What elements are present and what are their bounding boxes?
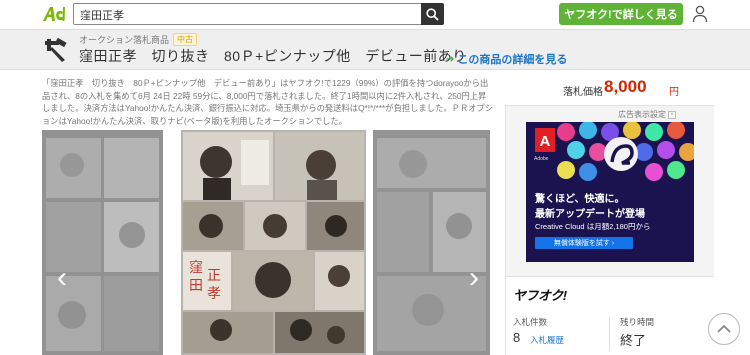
condition-badge: 中古: [173, 33, 198, 46]
carousel-image-prev[interactable]: [42, 130, 163, 355]
price-value: 8,000: [604, 77, 647, 96]
winning-price-box: 落札価格 8,000 円: [505, 70, 714, 106]
search-button[interactable]: [421, 3, 444, 25]
item-title: 窪田正孝 切り抜き 80Ｐ+ピンナップ他 デビュー前あり: [79, 48, 467, 64]
svg-text:孝: 孝: [207, 286, 221, 302]
ad-headline: 驚くほど、快適に。: [535, 194, 625, 205]
search-input[interactable]: 窪田正孝: [73, 3, 423, 25]
item-title-bar: オークション落札商品 中古 窪田正孝 切り抜き 80Ｐ+ピンナップ他 デビュー前…: [0, 29, 750, 70]
search-input-value: 窪田正孝: [80, 10, 124, 22]
carousel-next-button[interactable]: ›: [462, 260, 486, 296]
remaining-time-label: 残り時間: [620, 317, 655, 327]
ad-price-text: Creative Cloud は月額2,180円から: [535, 222, 651, 231]
view-on-yahoo-button[interactable]: ヤフオク!で詳しく見る: [559, 3, 683, 25]
search-icon: [426, 7, 439, 21]
ad-subheadline: 最新アップデートが登場: [535, 209, 645, 220]
arrow-right-icon: ➔: [446, 53, 455, 65]
image-carousel: 窪 田 正 孝 ‹ ›: [42, 130, 490, 355]
category-line: オークション落札商品 中古: [79, 33, 198, 46]
bid-history-link[interactable]: 入札履歴: [530, 334, 564, 346]
ad-settings-label: 広告表示設定: [618, 110, 666, 119]
carousel-image-current[interactable]: 窪 田 正 孝: [181, 130, 366, 355]
yafuoku-logo[interactable]: ヤフオク!: [513, 285, 567, 304]
svg-text:田: 田: [189, 279, 203, 294]
divider: [609, 317, 610, 351]
category-label: オークション落札商品: [79, 35, 170, 45]
adobe-logo-name: Adobe: [534, 156, 549, 162]
advertisement-banner[interactable]: A Adobe 驚くほど、快適に。 最新アップデートが登場 Creative C…: [526, 122, 694, 262]
bid-count-label: 入札件数: [513, 317, 548, 327]
price-label: 落札価格: [563, 87, 603, 98]
item-detail-link-label: この商品の詳細を見る: [457, 54, 568, 66]
scroll-to-top-button[interactable]: [708, 313, 740, 345]
auction-summary: ヤフオク! 入札件数 8 入札履歴 残り時間 終了: [506, 276, 714, 355]
svg-text:正: 正: [207, 269, 221, 284]
chevron-up-icon: [717, 324, 731, 333]
ad-close-icon[interactable]: ×: [668, 110, 676, 119]
carousel-prev-button[interactable]: ‹: [50, 260, 74, 296]
item-detail-link[interactable]: ➔ この商品の詳細を見る: [446, 51, 567, 67]
user-icon[interactable]: [692, 5, 708, 23]
price-unit: 円: [669, 87, 679, 98]
auction-description: 「窪田正孝 切り抜き 80Ｐ+ピンナップ他 デビュー前あり」はヤフオク!で122…: [42, 78, 494, 126]
auction-hammer-icon: [45, 38, 67, 62]
ad-cta-button[interactable]: 無償体験版を試す ›: [535, 237, 633, 249]
ad-settings-link[interactable]: 広告表示設定 ×: [618, 109, 676, 120]
magazine-title-text: 窪: [189, 259, 203, 276]
remaining-time-value: 終了: [620, 333, 647, 348]
carousel-image-next[interactable]: [373, 130, 490, 355]
yahoo-auction-logo[interactable]: [41, 4, 69, 24]
adobe-logo-letter: A: [540, 133, 551, 150]
bid-count-value: 8: [513, 330, 521, 345]
top-header: 窪田正孝 ヤフオク!で詳しく見る: [0, 0, 750, 29]
